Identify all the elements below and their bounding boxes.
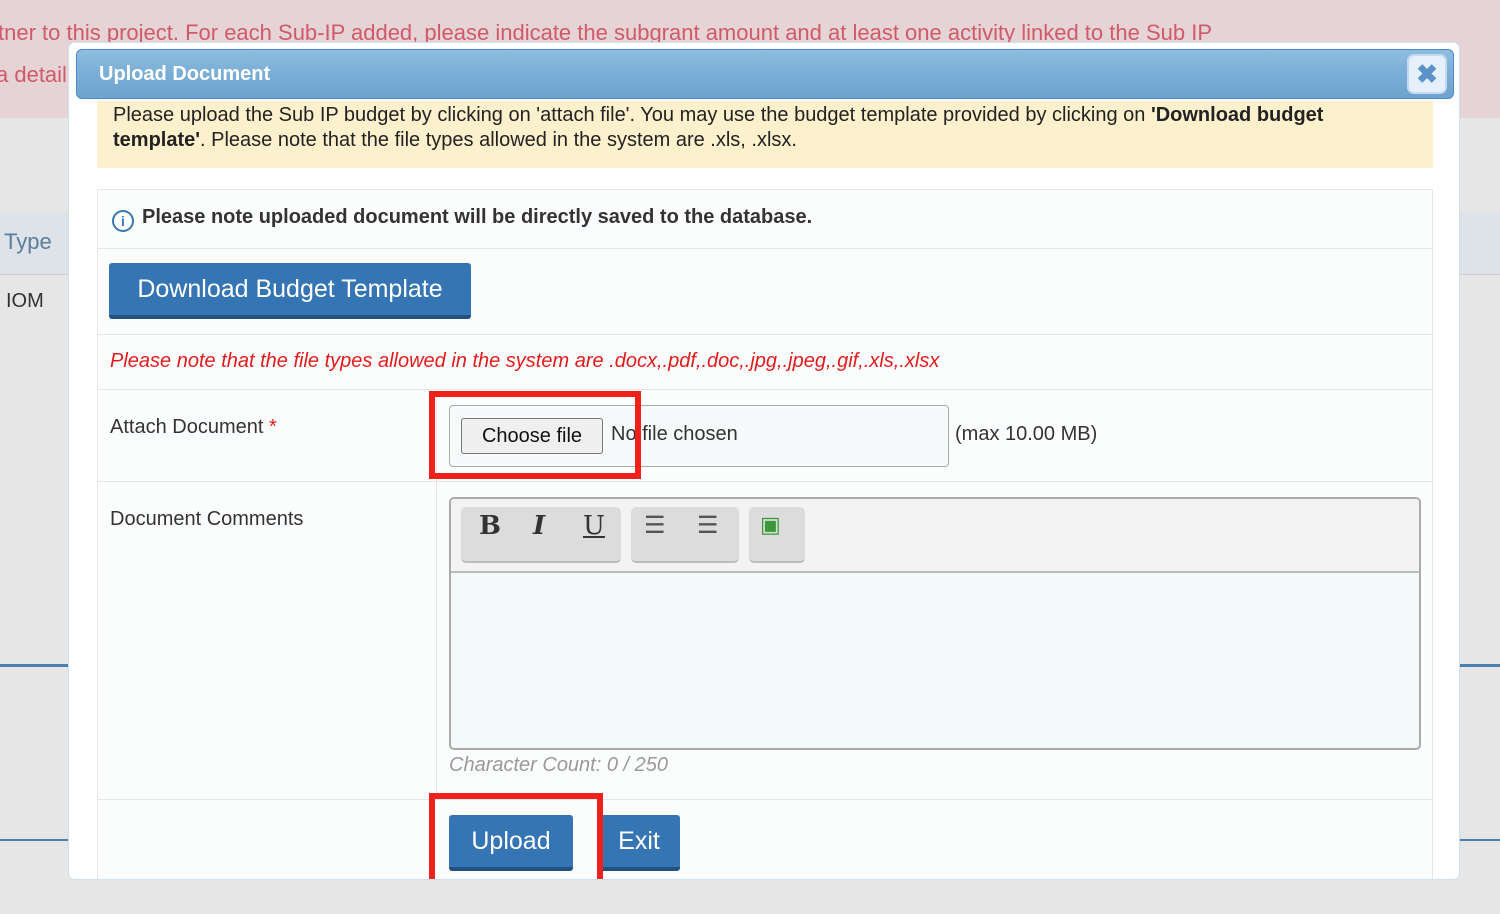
notice-text: Please upload the Sub IP budget by click…	[113, 104, 1151, 126]
background-alert-text-2: a detail	[0, 62, 67, 87]
upload-document-dialog: Upload Document ✖ Please upload the Sub …	[68, 42, 1460, 880]
fullscreen-icon[interactable]: ▣	[760, 513, 781, 538]
info-row: i Please note uploaded document will be d…	[98, 190, 1432, 249]
note-row	[98, 335, 1432, 390]
table-cell: IOM	[6, 290, 44, 312]
italic-button[interactable]: I	[533, 511, 545, 541]
highlight-box	[429, 391, 641, 479]
notice-text-2: . Please note that the file types allowe…	[200, 129, 797, 151]
exit-button[interactable]: Exit	[598, 815, 680, 871]
underline-button[interactable]: U	[583, 511, 605, 541]
divider	[98, 799, 1432, 800]
highlight-box	[429, 793, 603, 879]
info-icon: i	[112, 210, 134, 232]
instructions-notice: Please upload the Sub IP budget by click…	[97, 101, 1433, 168]
required-marker: *	[268, 416, 277, 438]
info-text: Please note uploaded document will be di…	[142, 206, 813, 228]
dialog-titlebar[interactable]: Upload Document ✖	[76, 49, 1454, 99]
download-row: Download Budget Template	[98, 249, 1432, 335]
dialog-title: Upload Document	[99, 63, 271, 85]
editor-toolbar: B I U ☰ ☰ ▣	[451, 499, 1419, 573]
bold-button[interactable]: B	[479, 511, 501, 541]
max-size-text: (max 10.00 MB)	[955, 423, 1098, 445]
character-count: Character Count: 0 / 250	[449, 754, 669, 776]
comments-textarea[interactable]	[451, 573, 1419, 748]
upload-form: i Please note uploaded document will be d…	[97, 189, 1433, 879]
close-button[interactable]: ✖	[1407, 54, 1447, 94]
bullet-list-icon[interactable]: ☰	[644, 511, 666, 539]
column-header-type: Type	[4, 229, 52, 254]
comments-editor: B I U ☰ ☰ ▣	[449, 497, 1421, 750]
download-budget-template-button[interactable]: Download Budget Template	[109, 263, 471, 319]
attach-document-label: Attach Document *	[110, 416, 277, 438]
close-icon: ✖	[1416, 59, 1438, 89]
document-comments-label: Document Comments	[110, 508, 304, 530]
numbered-list-icon[interactable]: ☰	[697, 511, 719, 539]
